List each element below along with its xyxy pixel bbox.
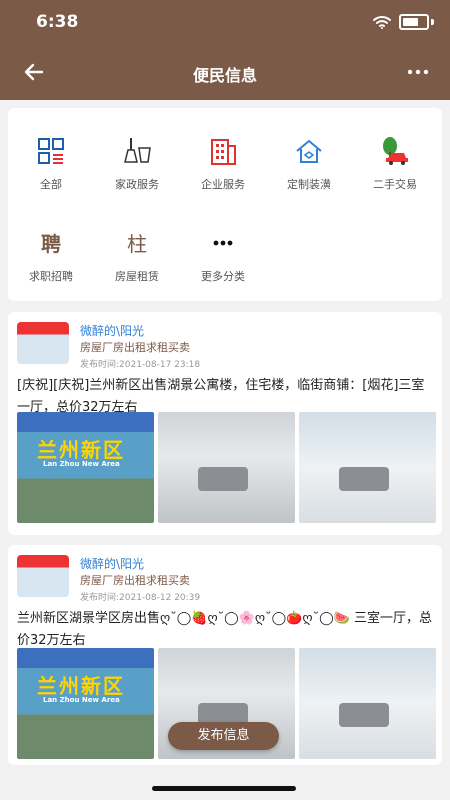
- category-rent[interactable]: 柱 房屋租赁: [94, 228, 180, 298]
- category-second-hand[interactable]: 二手交易: [352, 136, 438, 206]
- svg-text:聘: 聘: [41, 232, 61, 256]
- post-image[interactable]: 兰州新区 Lan Zhou New Area: [17, 648, 154, 759]
- category-label: 全部: [40, 178, 62, 191]
- post-card[interactable]: 微醉的\阳光 房屋厂房出租求租买卖 发布时间:2021-08-17 23:18 …: [8, 312, 442, 535]
- category-decoration[interactable]: 定制装潢: [266, 136, 352, 206]
- category-grid: 全部 家政服务 企业服务 定制装潢 二手交易 聘 求职招聘 柱 房屋租赁 更多分…: [8, 108, 442, 301]
- battery-icon: [399, 14, 429, 30]
- category-label: 家政服务: [115, 178, 159, 191]
- home-indicator[interactable]: [152, 786, 296, 791]
- category-label: 更多分类: [201, 270, 245, 283]
- post-image[interactable]: [299, 412, 436, 523]
- broom-bucket-icon: [124, 138, 151, 163]
- post-content: 兰州新区湖景学区房出售ღ˘◯🍓ღ˘◯🌸ღ˘◯🍅ღ˘◯🍉 三室一厅，总价32万左右: [17, 611, 432, 648]
- image-title-text: 兰州新区: [37, 438, 125, 462]
- rent-house-icon: 柱: [127, 232, 147, 256]
- post-category: 房屋厂房出租求租买卖: [80, 341, 190, 354]
- post-image[interactable]: [158, 412, 295, 523]
- category-label: 求职招聘: [29, 270, 73, 283]
- building-icon: [211, 139, 236, 165]
- post-author: 微醉的\阳光: [80, 324, 145, 338]
- wifi-icon: [373, 16, 391, 29]
- post-image[interactable]: [299, 648, 436, 759]
- avatar: [17, 555, 69, 597]
- category-label: 企业服务: [201, 178, 245, 191]
- category-more[interactable]: 更多分类: [180, 228, 266, 298]
- status-time: 6:38: [36, 12, 79, 32]
- image-title-text: 兰州新区: [37, 674, 125, 698]
- status-icons: [373, 14, 434, 30]
- post-images: 兰州新区 Lan Zhou New Area: [17, 412, 436, 523]
- publish-button[interactable]: 发布信息: [168, 722, 279, 750]
- page-title: 便民信息: [192, 66, 257, 85]
- post-time: 发布时间:2021-08-17 23:18: [80, 360, 201, 370]
- post-image[interactable]: 兰州新区 Lan Zhou New Area: [17, 412, 154, 523]
- app-header: 6:38 便民信息: [0, 0, 450, 100]
- category-housekeeping[interactable]: 家政服务: [94, 136, 180, 206]
- post-author: 微醉的\阳光: [80, 557, 145, 571]
- post-time: 发布时间:2021-08-12 20:39: [80, 593, 201, 603]
- svg-text:柱: 柱: [127, 232, 147, 256]
- more-dots-icon: [213, 240, 233, 246]
- recruit-icon: 聘: [41, 232, 61, 256]
- image-subtitle-text: Lan Zhou New Area: [43, 696, 120, 704]
- image-subtitle-text: Lan Zhou New Area: [43, 460, 120, 468]
- house-icon: [296, 139, 322, 163]
- avatar: [17, 322, 69, 364]
- category-recruit[interactable]: 聘 求职招聘: [8, 228, 94, 298]
- post-category: 房屋厂房出租求租买卖: [80, 574, 190, 587]
- grid-icon: [38, 138, 64, 164]
- category-all[interactable]: 全部: [8, 136, 94, 206]
- category-label: 房屋租赁: [115, 270, 159, 283]
- category-label: 定制装潢: [287, 178, 331, 191]
- category-label: 二手交易: [373, 178, 417, 191]
- car-tree-icon: [383, 137, 408, 165]
- more-options-icon[interactable]: [406, 60, 430, 84]
- category-enterprise[interactable]: 企业服务: [180, 136, 266, 206]
